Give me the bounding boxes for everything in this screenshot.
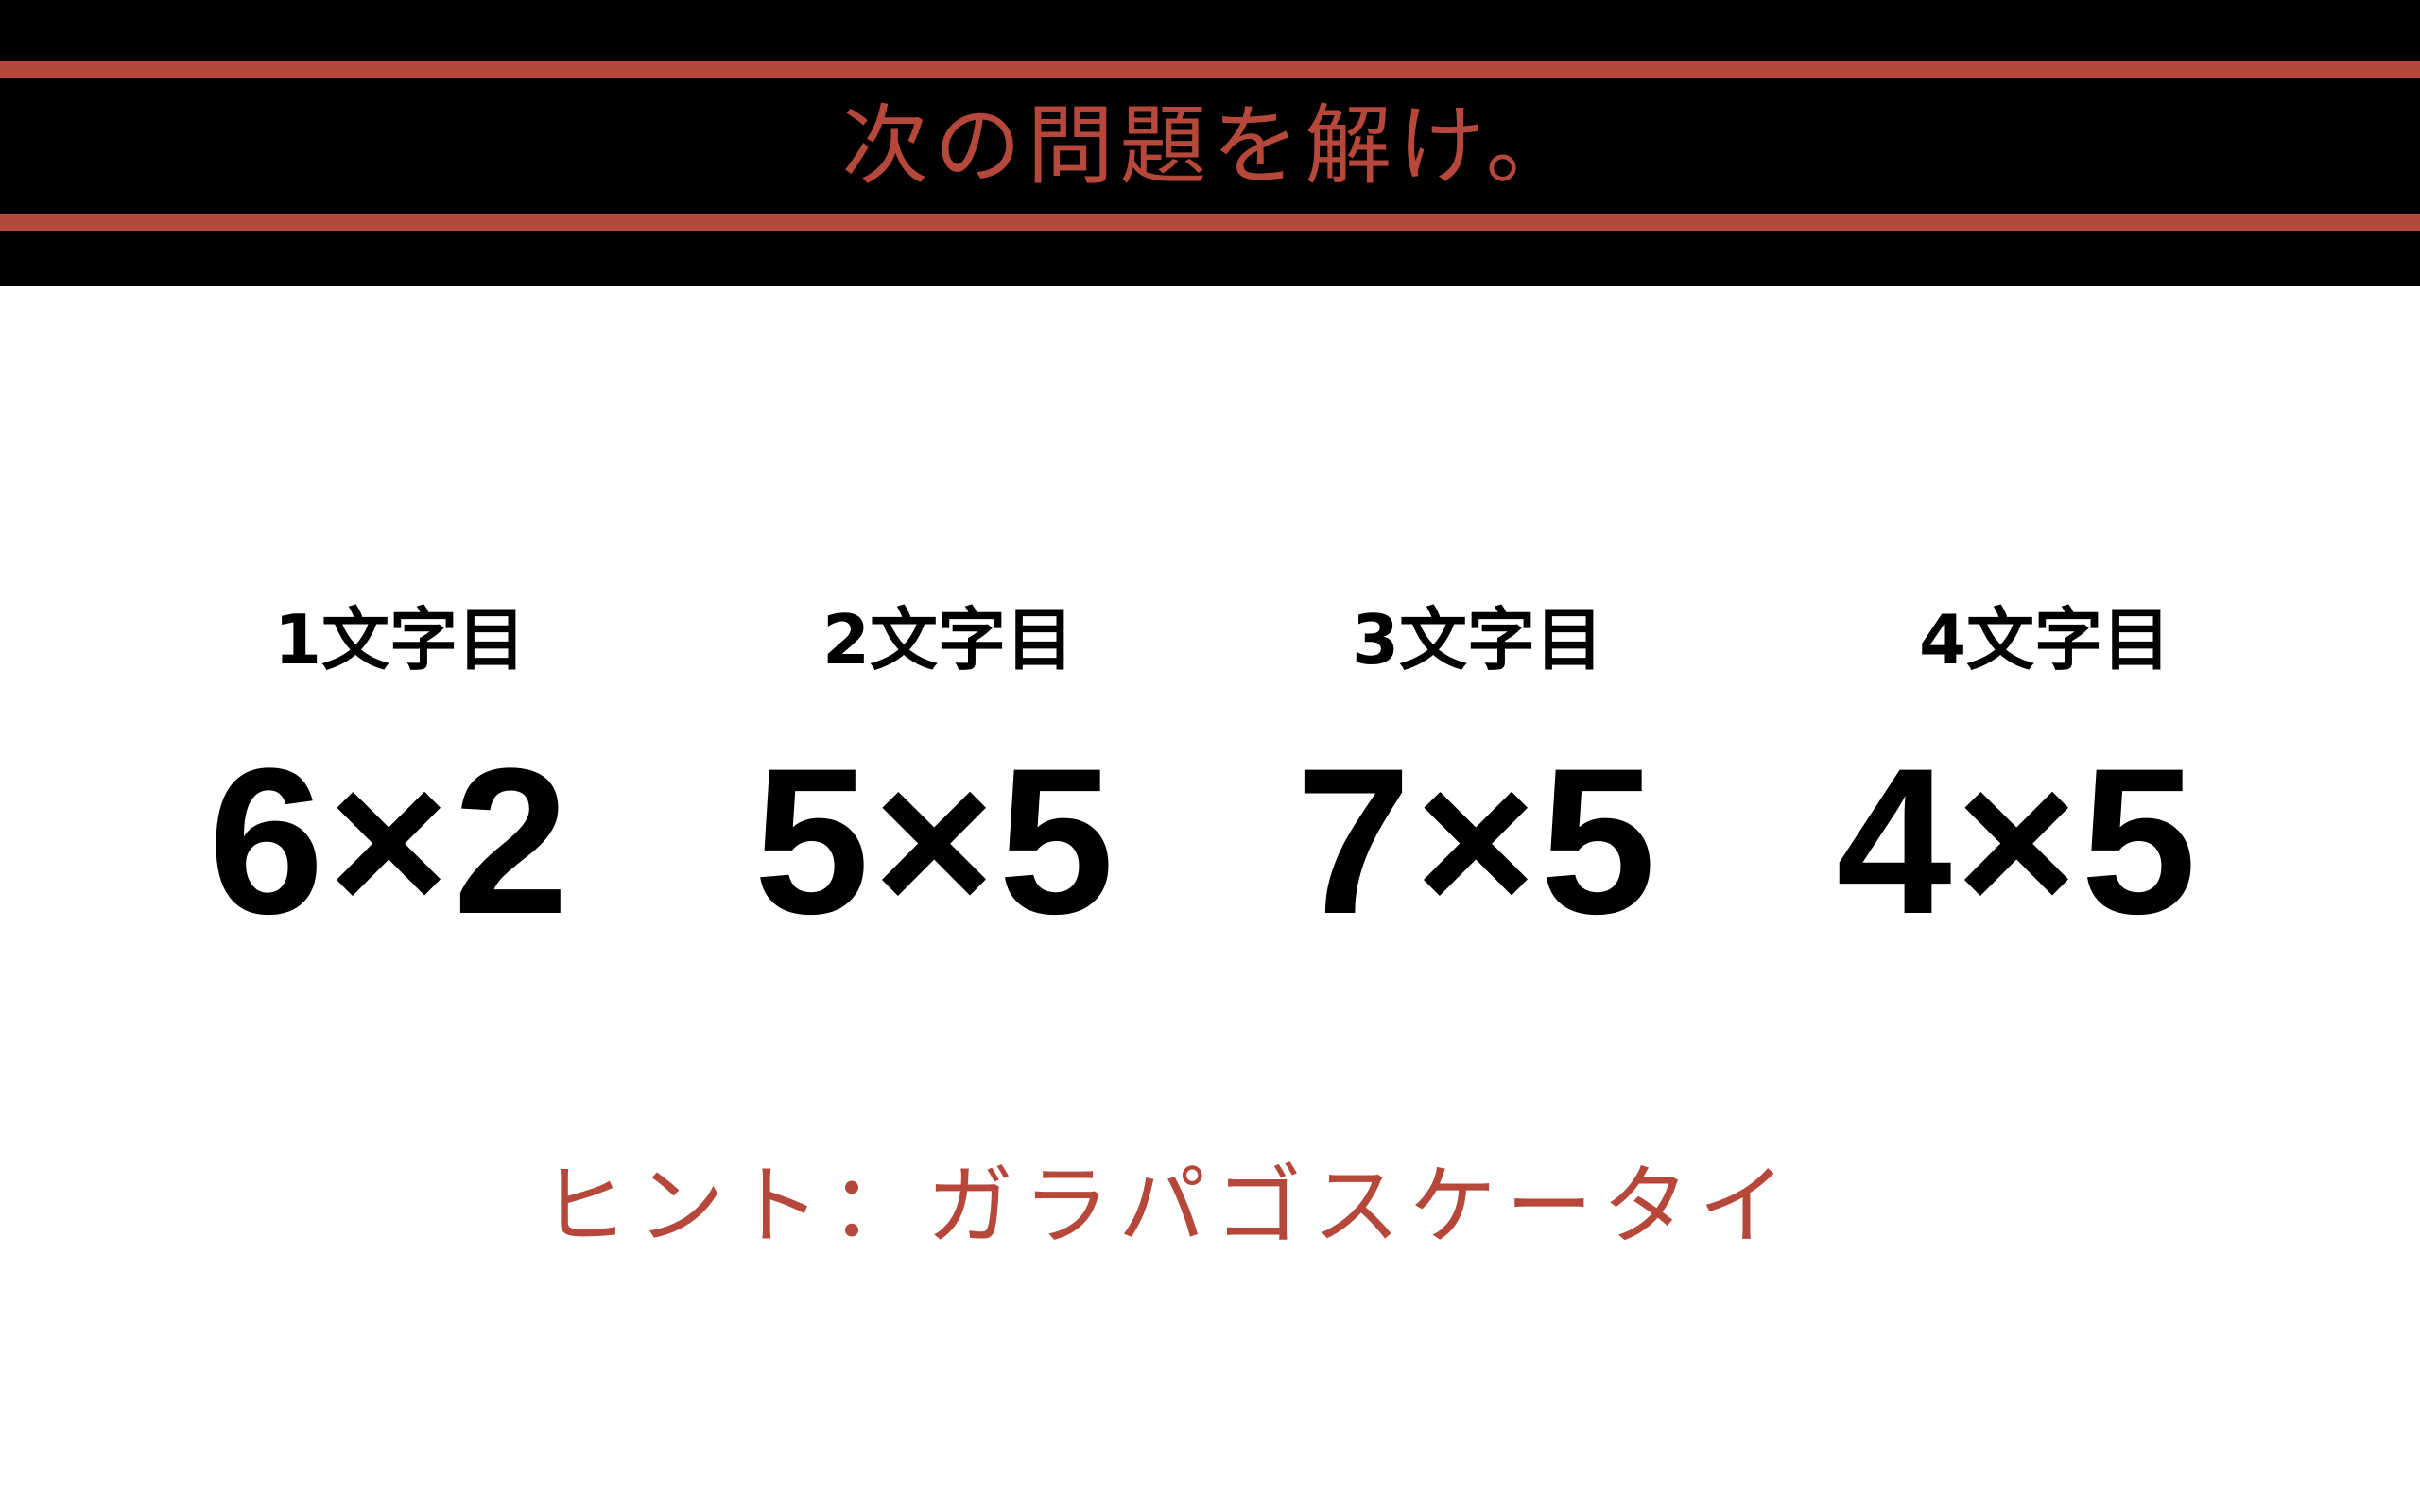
header-top-rule	[0, 61, 2420, 78]
header-banner: 次の問題を解け。	[0, 0, 2420, 286]
problem-1-expression: 6×2	[208, 725, 573, 957]
header-bottom-rule	[0, 214, 2420, 231]
problem-3-label: 3文字目	[1351, 600, 1604, 679]
problem-3-expression: 7×5	[1295, 725, 1660, 957]
problem-2-expression: 5×5	[753, 725, 1118, 957]
problem-2-label: 2文字目	[821, 600, 1075, 679]
puzzle-screen: 次の問題を解け。 1文字目 2文字目 3文字目 4文字目 6×2 5×5 7×5…	[0, 0, 2420, 1512]
hint-text: ヒント：ガラパゴスケータイ	[541, 1156, 1795, 1257]
problem-1-label: 1文字目	[273, 600, 527, 679]
page-title: 次の問題を解け。	[841, 95, 1579, 197]
problem-4-label: 4文字目	[1918, 600, 2171, 679]
problem-4-expression: 4×5	[1836, 725, 2201, 957]
